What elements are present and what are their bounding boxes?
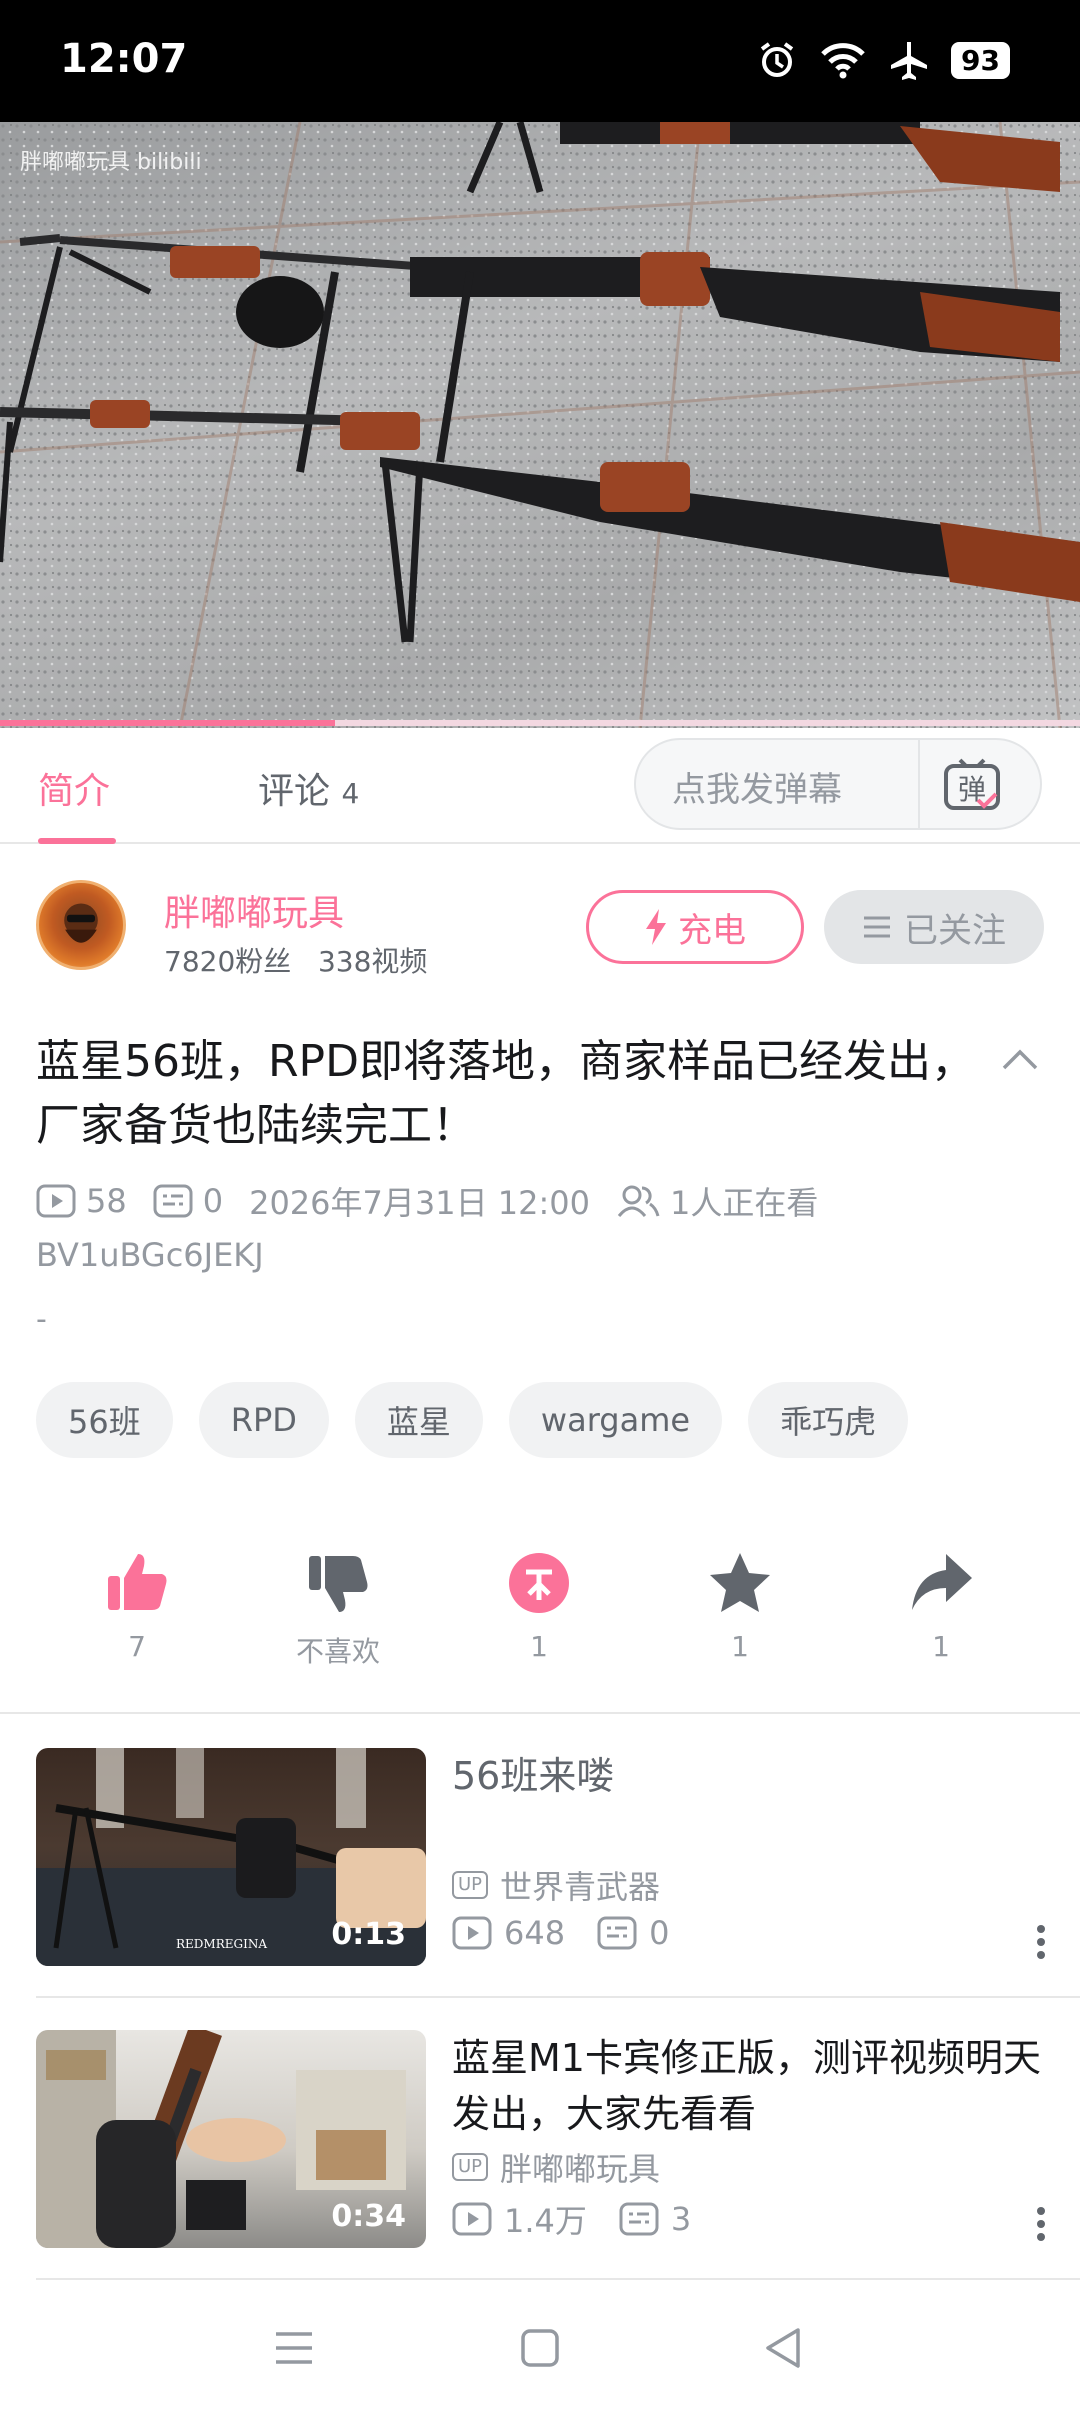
related-thumbnail[interactable]: 0:34 bbox=[36, 2030, 426, 2248]
tag-item[interactable]: 蓝星 bbox=[354, 1382, 483, 1458]
viewers-icon bbox=[617, 1185, 660, 1217]
more-options-icon[interactable] bbox=[1036, 1924, 1046, 1960]
danmaku-input[interactable]: 点我发弹幕 弹 bbox=[634, 738, 1042, 830]
charge-label: 充电 bbox=[678, 910, 746, 951]
bvid[interactable]: BV1uBGc6JEKJ bbox=[36, 1236, 264, 1274]
system-nav-bar bbox=[0, 2280, 1080, 2414]
watching-now: 1人正在看 bbox=[670, 1184, 819, 1222]
related-uploader-name: 世界青武器 bbox=[500, 1868, 661, 1906]
related-duration: 0:34 bbox=[331, 2199, 406, 2234]
more-options-icon[interactable] bbox=[1036, 2206, 1046, 2242]
menu-lines-icon bbox=[864, 916, 890, 938]
tag-list: 56班 RPD 蓝星 wargame 乖巧虎 bbox=[36, 1382, 909, 1458]
tab-intro[interactable]: 简介 bbox=[38, 762, 110, 814]
coin-icon bbox=[509, 1553, 569, 1613]
share-count: 1 bbox=[932, 1630, 950, 1663]
recent-apps-icon[interactable] bbox=[270, 2324, 318, 2372]
video-count: 338视频 bbox=[317, 945, 428, 978]
action-bar: 7 不喜欢 1 1 1 bbox=[0, 1550, 1080, 1670]
share-icon bbox=[912, 1554, 972, 1610]
fans-count: 7820粉丝 bbox=[164, 945, 292, 978]
comments-count: 4 bbox=[341, 777, 360, 810]
play-count-icon bbox=[452, 2202, 492, 2236]
video-frame bbox=[0, 122, 1080, 728]
favorite-icon bbox=[710, 1553, 770, 1612]
uploader-avatar[interactable] bbox=[36, 880, 126, 970]
related-video-item[interactable]: 0:34 蓝星M1卡宾修正版，测评视频明天发出，大家先看看 UP 胖嘟嘟玩具 1… bbox=[0, 1996, 1080, 2278]
coin-count: 1 bbox=[530, 1630, 548, 1663]
video-progress-bar[interactable] bbox=[0, 720, 1080, 726]
related-uploader: UP 胖嘟嘟玩具 bbox=[452, 2144, 660, 2190]
tag-item[interactable]: 56班 bbox=[36, 1382, 173, 1458]
danmaku-count-icon bbox=[597, 1916, 637, 1950]
like-button[interactable]: 7 bbox=[57, 1550, 217, 1663]
related-danmaku: 0 bbox=[649, 1914, 670, 1952]
related-thumbnail[interactable]: REDMREGINA 0:13 bbox=[36, 1748, 426, 1966]
video-player[interactable]: 胖嘟嘟玩具 bilibili bbox=[0, 122, 1080, 728]
related-danmaku: 3 bbox=[670, 2200, 692, 2238]
play-count: 58 bbox=[86, 1182, 127, 1220]
tab-comments[interactable]: 评论 4 bbox=[258, 762, 359, 814]
related-plays: 648 bbox=[504, 1914, 566, 1952]
share-button[interactable]: 1 bbox=[861, 1550, 1021, 1663]
dislike-label: 不喜欢 bbox=[295, 1635, 380, 1668]
related-plays: 1.4万 bbox=[504, 2202, 587, 2240]
related-video-item[interactable]: REDMREGINA 0:13 56班来喽 UP 世界青武器 648 0 bbox=[0, 1714, 1080, 1996]
dislike-icon bbox=[309, 1556, 368, 1612]
follow-button[interactable]: 已关注 bbox=[824, 890, 1044, 964]
chevron-up-icon[interactable] bbox=[1000, 1040, 1040, 1080]
danmaku-count-icon bbox=[153, 1184, 193, 1218]
favorite-count: 1 bbox=[731, 1630, 749, 1663]
up-badge-icon: UP bbox=[452, 1871, 489, 1899]
uploader-row: 胖嘟嘟玩具 7820粉丝 338视频 充电 已关注 bbox=[0, 846, 1080, 996]
coin-button[interactable]: 1 bbox=[459, 1550, 619, 1663]
danmaku-placeholder: 点我发弹幕 bbox=[672, 770, 842, 810]
follow-label: 已关注 bbox=[904, 910, 1006, 951]
video-meta: 58 0 2026年7月31日 12:00 1人正在看 bbox=[36, 1178, 818, 1224]
tag-item[interactable]: wargame bbox=[508, 1382, 723, 1458]
publish-date: 2026年7月31日 12:00 bbox=[249, 1184, 590, 1222]
play-count-icon bbox=[36, 1184, 76, 1218]
danmaku-count-icon bbox=[619, 2202, 659, 2236]
uploader-name[interactable]: 胖嘟嘟玩具 bbox=[164, 884, 344, 936]
up-badge-icon: UP bbox=[452, 2153, 489, 2181]
lightning-icon bbox=[646, 909, 666, 945]
video-title: 蓝星56班，RPD即将落地，商家样品已经发出，厂家备货也陆续完工！ bbox=[36, 1036, 975, 1151]
play-count-icon bbox=[452, 1916, 492, 1950]
home-icon[interactable] bbox=[516, 2324, 564, 2372]
charge-button[interactable]: 充电 bbox=[586, 890, 804, 964]
status-icons: 93 bbox=[757, 40, 1010, 80]
danmaku-separator bbox=[918, 740, 920, 828]
svg-text:REDMREGINA: REDMREGINA bbox=[176, 1937, 267, 1951]
tab-active-indicator bbox=[38, 838, 116, 844]
status-bar: 12:07 93 bbox=[0, 0, 1080, 122]
tag-item[interactable]: RPD bbox=[198, 1382, 329, 1458]
progress-fill bbox=[0, 720, 335, 726]
battery-icon: 93 bbox=[951, 41, 1010, 79]
favorite-button[interactable]: 1 bbox=[660, 1550, 820, 1663]
alarm-icon bbox=[760, 42, 794, 77]
related-uploader-name: 胖嘟嘟玩具 bbox=[500, 2150, 661, 2188]
clock: 12:07 bbox=[60, 36, 188, 82]
related-stats: 1.4万 3 bbox=[452, 2196, 691, 2242]
dislike-button[interactable]: 不喜欢 bbox=[258, 1550, 418, 1670]
related-uploader: UP 世界青武器 bbox=[452, 1862, 660, 1908]
back-icon[interactable] bbox=[760, 2324, 808, 2372]
tab-bar: 简介 评论 4 点我发弹幕 弹 bbox=[0, 728, 1080, 844]
uploader-stats: 7820粉丝 338视频 bbox=[164, 940, 427, 980]
related-stats: 648 0 bbox=[452, 1914, 669, 1952]
danmaku-count: 0 bbox=[202, 1182, 224, 1220]
like-icon bbox=[108, 1554, 167, 1610]
wifi-icon bbox=[821, 43, 865, 79]
danmaku-toggle-icon[interactable]: 弹 bbox=[942, 754, 1002, 814]
video-description: - bbox=[36, 1302, 47, 1337]
tag-item[interactable]: 乖巧虎 bbox=[748, 1382, 909, 1458]
video-watermark: 胖嘟嘟玩具 bilibili bbox=[20, 150, 202, 175]
related-duration: 0:13 bbox=[331, 1917, 406, 1952]
airplane-icon bbox=[891, 42, 928, 80]
related-title: 56班来喽 bbox=[452, 1754, 615, 1798]
like-count: 7 bbox=[128, 1630, 146, 1663]
tab-comments-label: 评论 bbox=[258, 771, 331, 812]
related-title: 蓝星M1卡宾修正版，测评视频明天发出，大家先看看 bbox=[452, 2036, 1041, 2136]
